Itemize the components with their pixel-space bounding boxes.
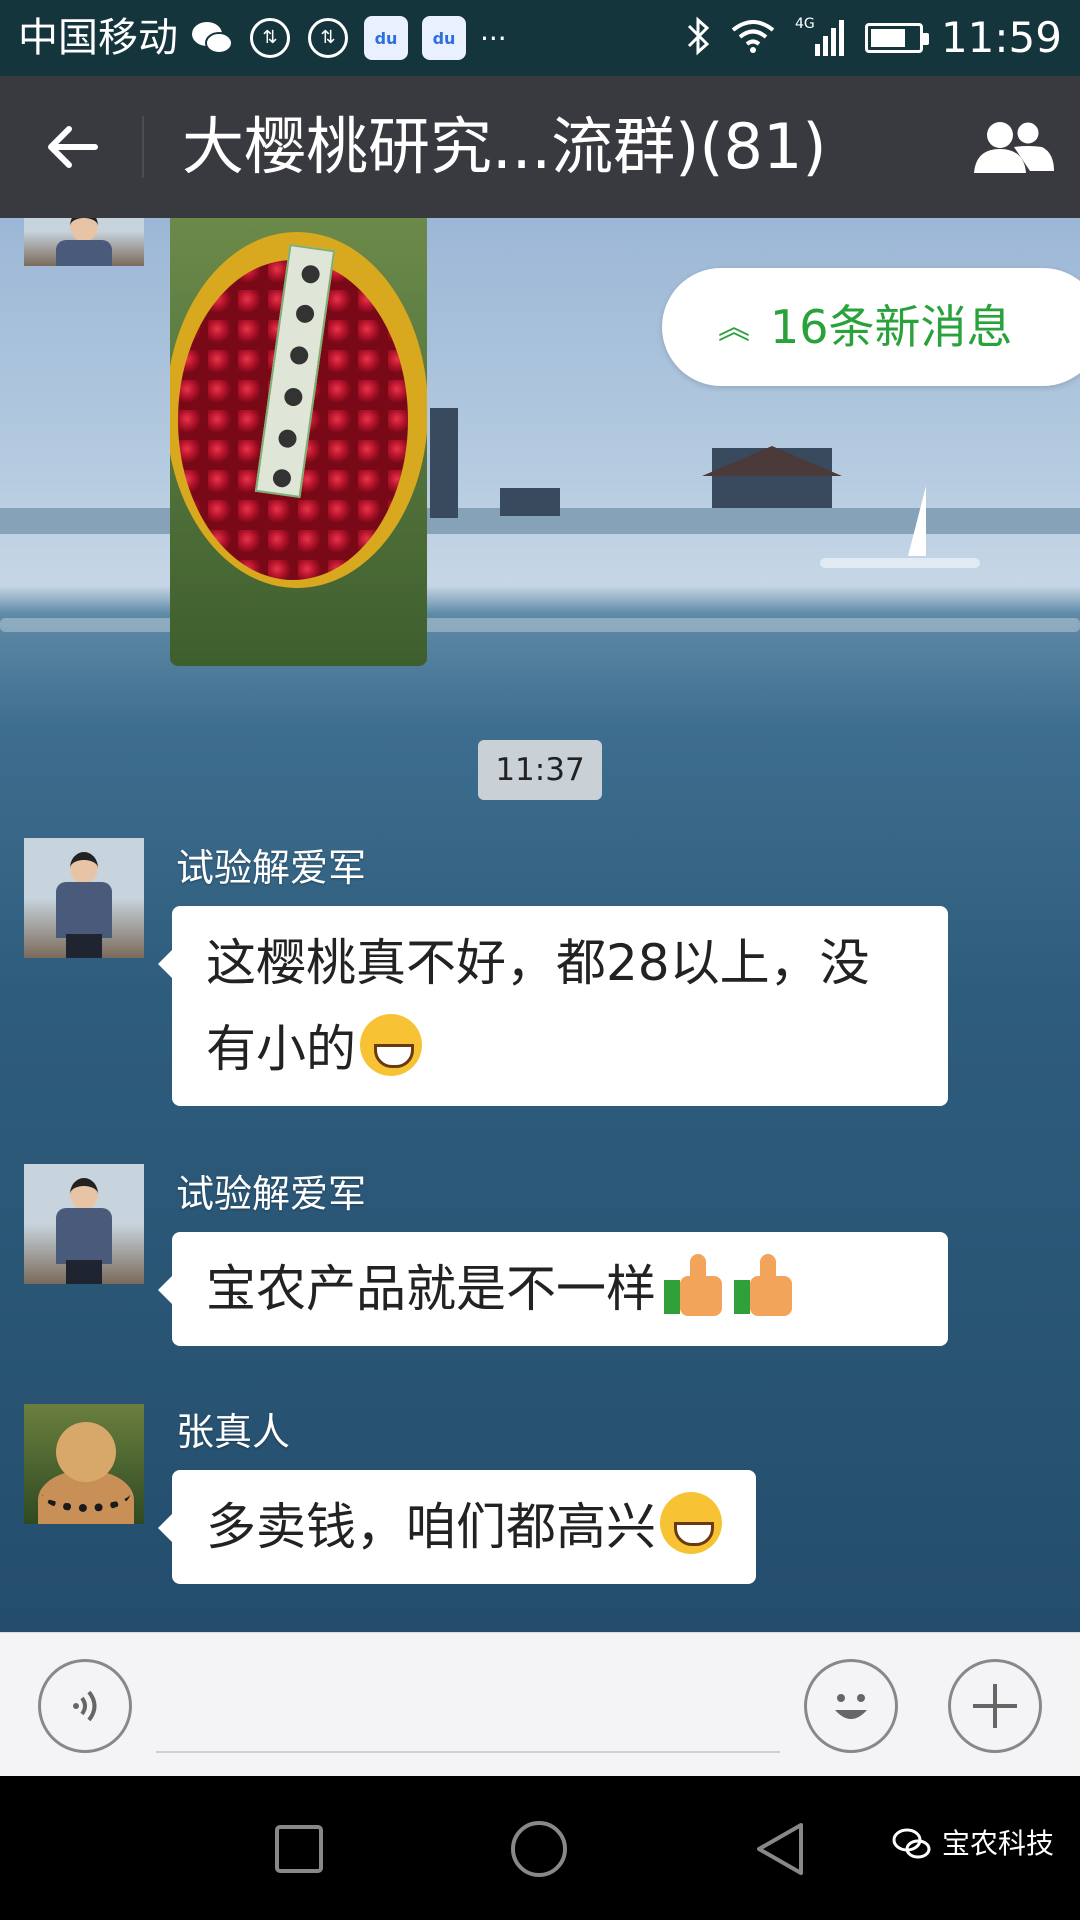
avatar-body: [56, 1208, 112, 1264]
data-sync-icon: ⇅: [248, 16, 292, 60]
thumbs-up-emoji: [734, 1254, 796, 1316]
header-divider: [142, 116, 144, 178]
message-input[interactable]: [156, 1661, 780, 1753]
avatar[interactable]: [24, 838, 144, 958]
avatar-head: [56, 1422, 116, 1482]
carrier-name: 中国移动: [18, 15, 178, 61]
baidu-paw-icon: du: [364, 16, 408, 60]
avatar[interactable]: [24, 1404, 144, 1524]
cherry-photo[interactable]: [170, 218, 427, 666]
grin-emoji: [660, 1492, 722, 1554]
message-bubble[interactable]: 宝农产品就是不一样: [158, 1232, 948, 1346]
input-bar: [0, 1632, 1080, 1776]
group-members-icon: [974, 119, 1054, 173]
back-triangle-icon: [757, 1823, 803, 1875]
battery-level: [870, 29, 906, 47]
new-messages-label: 16条新消息: [770, 300, 1013, 354]
chat-area[interactable]: ︽ 16条新消息 11:37 试验解爱军 这樱桃真不好，都28以上，没有小的 试…: [0, 218, 1080, 1632]
background-roof: [702, 446, 842, 476]
navigation-bar: 宝农科技: [0, 1776, 1080, 1920]
avatar-head: [70, 1178, 98, 1210]
avatar-head: [70, 218, 98, 242]
wechat-icon: [892, 1828, 931, 1859]
background-wave: [820, 558, 980, 568]
background-wave: [0, 618, 1080, 632]
group-members-button[interactable]: [968, 112, 1058, 182]
battery-icon: [864, 23, 929, 53]
back-arrow-icon: [48, 126, 98, 168]
back-button[interactable]: [26, 112, 116, 182]
status-bar: 中国移动 ⇅ ⇅ du du ··· 4G 11:59: [0, 0, 1080, 76]
avatar-legs: [66, 934, 102, 958]
grin-emoji: [360, 1014, 422, 1076]
message-bubble[interactable]: 这樱桃真不好，都28以上，没有小的: [158, 906, 948, 1106]
sender-name: 试验解爱军: [176, 846, 367, 890]
thumbs-up-emoji: [664, 1254, 726, 1316]
emoji-button[interactable]: [804, 1659, 898, 1753]
smiley-icon: [835, 1694, 867, 1719]
voice-button[interactable]: [38, 1659, 132, 1753]
new-messages-button[interactable]: ︽ 16条新消息: [662, 268, 1080, 386]
sender-name: 张真人: [176, 1410, 291, 1454]
chat-title: 大樱桃研究...流群)(81): [182, 110, 827, 183]
sender-name: 试验解爱军: [176, 1172, 367, 1216]
avatar-legs: [66, 1260, 102, 1284]
home-icon: [511, 1821, 567, 1877]
recent-apps-icon: [275, 1825, 323, 1873]
notification-icons: ⇅ ⇅ du du ···: [190, 16, 507, 60]
background-tower: [430, 408, 458, 518]
recent-apps-button[interactable]: [264, 1814, 334, 1884]
avatar-head: [70, 852, 98, 884]
data-sync-icon: ⇅: [306, 16, 350, 60]
wechat-icon: [190, 16, 234, 60]
bluetooth-icon: [685, 16, 711, 60]
message-text: 宝农产品就是不一样: [206, 1260, 656, 1318]
watermark: 宝农科技: [892, 1824, 1054, 1864]
back-nav-button[interactable]: [744, 1814, 814, 1884]
background-sailboat: [908, 486, 926, 556]
voice-icon: [73, 1690, 97, 1722]
watermark-text: 宝农科技: [941, 1827, 1054, 1860]
message-bubble[interactable]: 多卖钱，咱们都高兴: [158, 1470, 756, 1584]
baidu-paw-icon: du: [422, 16, 466, 60]
avatar-body: [56, 882, 112, 938]
chat-header: 大樱桃研究...流群)(81): [0, 76, 1080, 218]
avatar[interactable]: [24, 218, 144, 266]
message-text: 这樱桃真不好，都28以上，没有小的: [206, 934, 870, 1078]
clock: 11:59: [940, 13, 1062, 62]
system-icons: 4G 11:59: [685, 12, 1062, 64]
wifi-icon: [729, 16, 777, 60]
message-text: 多卖钱，咱们都高兴: [206, 1498, 656, 1556]
background-pavilion: [500, 488, 560, 516]
avatar-body: [56, 240, 112, 266]
more-options-button[interactable]: [948, 1659, 1042, 1753]
plus-icon: [973, 1684, 1017, 1728]
message-timestamp: 11:37: [478, 740, 602, 800]
more-dots-icon: ···: [480, 21, 507, 55]
network-type: 4G: [795, 16, 815, 32]
double-chevron-up-icon: ︽: [718, 308, 751, 346]
avatar[interactable]: [24, 1164, 144, 1284]
avatar-beads: [42, 1476, 130, 1512]
signal-icon: 4G: [795, 14, 847, 62]
home-button[interactable]: [504, 1814, 574, 1884]
